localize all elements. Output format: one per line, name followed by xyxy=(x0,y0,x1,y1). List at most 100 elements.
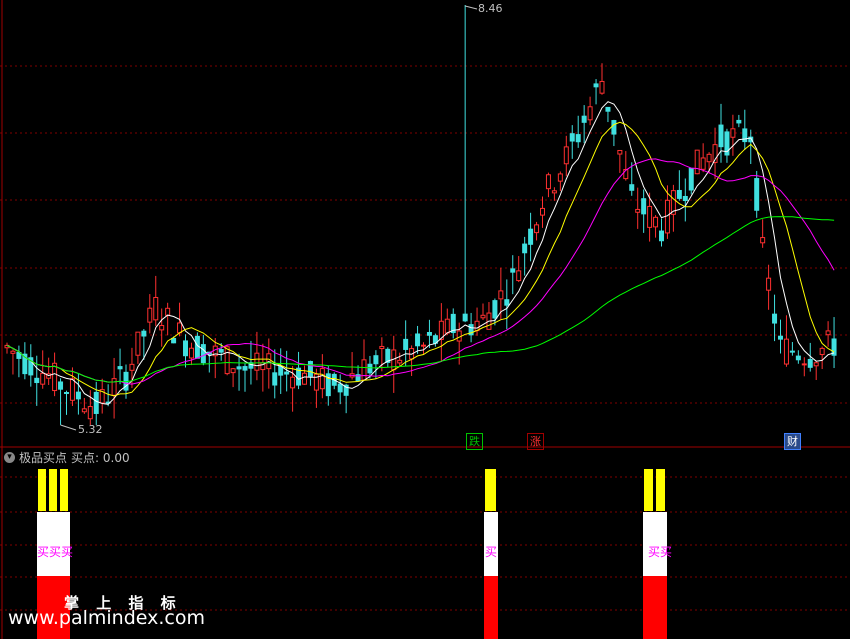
candle-body xyxy=(587,106,593,121)
candle-body xyxy=(706,153,712,163)
candle-body xyxy=(540,207,545,216)
candle-body xyxy=(58,381,64,390)
candle-body xyxy=(504,299,510,306)
candle-body xyxy=(498,290,504,300)
candle-body xyxy=(557,173,563,182)
candle-body xyxy=(284,371,290,375)
candle-body xyxy=(254,352,260,371)
candle-body xyxy=(522,243,528,254)
high-leader-line xyxy=(465,5,478,10)
candle-body xyxy=(492,300,498,319)
low-price-label: 5.32 xyxy=(78,423,103,436)
buy-signal-red-block xyxy=(643,576,667,639)
candle-body xyxy=(290,376,296,389)
candle-body xyxy=(81,408,87,413)
indicator-name[interactable]: 极品买点 xyxy=(19,449,67,466)
collapse-icon[interactable]: ▾ xyxy=(4,451,15,463)
ma-line-ma5 xyxy=(6,101,835,405)
candle-body xyxy=(87,406,93,420)
candle-body xyxy=(528,228,534,245)
candle-body xyxy=(778,335,783,340)
buy-signal-1-text: 买买买 xyxy=(37,545,74,559)
candle-body xyxy=(730,128,736,138)
candle-body xyxy=(337,383,343,393)
candle-body xyxy=(742,128,748,143)
candle-body xyxy=(111,378,117,396)
buy-signal-yellow-bar xyxy=(656,469,665,511)
candle-body xyxy=(64,392,69,395)
buy-signal-yellow-bar xyxy=(485,469,496,511)
candle-body xyxy=(183,340,188,357)
candle-body xyxy=(611,120,617,135)
candle-body xyxy=(224,346,230,375)
candle-body xyxy=(462,313,468,322)
candle-body xyxy=(599,80,605,94)
candle-body xyxy=(545,174,551,190)
candle-body xyxy=(718,124,724,148)
candle-body xyxy=(688,167,694,191)
buy-signal-yellow-bar xyxy=(49,469,57,511)
price-chart[interactable] xyxy=(0,0,850,639)
buy-signal-3-text: 买买 xyxy=(648,545,673,559)
candle-body xyxy=(397,359,403,364)
candle-body xyxy=(569,133,575,142)
candle-body xyxy=(307,360,313,377)
candle-body xyxy=(766,277,772,291)
candle-body xyxy=(772,313,778,324)
candle-body xyxy=(474,320,480,332)
candle-body xyxy=(361,359,367,381)
buy-signal-red-block xyxy=(484,576,498,639)
candle-body xyxy=(177,322,183,334)
candle-body xyxy=(230,368,236,374)
candle-body xyxy=(444,318,450,334)
candle-body xyxy=(783,338,789,365)
candle-body xyxy=(153,296,159,321)
candle-body xyxy=(581,115,587,123)
candle-body xyxy=(682,195,688,202)
candle-body xyxy=(617,149,623,155)
candle-body xyxy=(516,270,522,282)
candle-body xyxy=(69,378,75,401)
buy-signal-2-text: 买 xyxy=(485,545,498,559)
candle-body xyxy=(415,333,421,347)
candle-body xyxy=(278,365,284,376)
candle-body xyxy=(593,83,599,88)
buy-signal-yellow-bar xyxy=(38,469,46,511)
candle-body xyxy=(795,355,801,361)
candle-body xyxy=(736,119,742,124)
candle-body xyxy=(10,350,16,354)
candle-body xyxy=(171,337,177,344)
candle-body xyxy=(236,366,242,370)
candle-body xyxy=(694,149,700,175)
candle-body xyxy=(676,189,682,199)
candle-body xyxy=(813,362,819,367)
candle-body xyxy=(194,335,200,359)
marker-cai[interactable]: 财 xyxy=(784,433,801,450)
candle-body xyxy=(200,344,206,364)
ma-line-ma60 xyxy=(6,216,835,383)
candle-body xyxy=(635,208,641,213)
candle-body xyxy=(605,106,611,112)
candle-body xyxy=(659,230,664,242)
candle-body xyxy=(426,332,432,336)
marker-die[interactable]: 跌 xyxy=(466,433,483,450)
buy-signal-yellow-bar xyxy=(60,469,68,511)
watermark-url: www.palmindex.com xyxy=(8,607,206,629)
indicator-header: ▾ 极品买点 买点: 0.00 xyxy=(4,449,130,465)
candle-body xyxy=(75,391,81,400)
candle-body xyxy=(819,347,825,356)
candle-body xyxy=(165,307,171,316)
candle-body xyxy=(93,391,99,414)
candle-body xyxy=(159,325,165,331)
candle-body xyxy=(754,178,760,211)
candle-body xyxy=(480,314,486,319)
marker-zhang[interactable]: 涨 xyxy=(527,433,544,450)
candle-body xyxy=(789,350,795,353)
candle-body xyxy=(135,331,141,356)
candle-body xyxy=(302,372,307,385)
candle-body xyxy=(379,345,385,350)
candle-body xyxy=(760,237,766,244)
candle-body xyxy=(421,344,426,347)
candle-body xyxy=(534,224,540,234)
candle-body xyxy=(825,330,831,336)
